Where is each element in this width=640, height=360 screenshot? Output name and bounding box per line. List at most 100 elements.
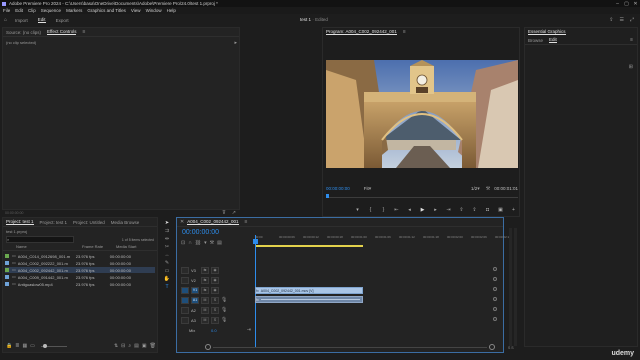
export-frame-icon[interactable]: ↗ xyxy=(232,210,236,216)
mic-a1-icon[interactable]: 🎙 xyxy=(221,297,227,303)
workspaces-icon[interactable]: ☰ xyxy=(620,17,624,23)
meter-solo-button[interactable]: S S xyxy=(508,346,514,350)
timeline-settings-icon[interactable]: ⚒ xyxy=(210,240,214,246)
video-clip-v1[interactable]: fx A004_C002_092442_001.mov [V] xyxy=(255,287,363,294)
mute-a3[interactable]: M xyxy=(201,316,209,324)
program-playhead[interactable] xyxy=(326,194,329,198)
track-select-tool-icon[interactable]: ⇉ xyxy=(165,228,169,234)
minimize-icon[interactable]: – xyxy=(613,1,622,7)
mix-goto-icon[interactable]: ⇥ xyxy=(247,327,251,333)
new-item-icon[interactable]: ▣ xyxy=(142,343,147,349)
target-v2[interactable] xyxy=(181,276,189,284)
button-editor-icon[interactable]: + xyxy=(509,207,518,213)
menu-sequence[interactable]: Sequence xyxy=(41,8,61,13)
freeform-view-icon[interactable]: ▭ xyxy=(30,343,35,349)
step-forward-icon[interactable]: ▸ xyxy=(431,207,440,213)
rectangle-tool-icon[interactable]: ▭ xyxy=(165,268,170,274)
label-color-swatch[interactable] xyxy=(5,261,9,265)
step-back-icon[interactable]: ◂ xyxy=(405,207,414,213)
tab-media-browser[interactable]: Media Browse xyxy=(111,220,140,225)
panel-menu-icon[interactable]: ≡ xyxy=(82,29,85,35)
solo-a2[interactable]: S xyxy=(211,306,219,314)
find-icon[interactable]: ⌕ xyxy=(128,343,131,349)
zoom-slider[interactable] xyxy=(40,343,67,348)
track-v1-label[interactable]: V1 xyxy=(191,286,199,294)
new-bin-icon[interactable]: ▤ xyxy=(134,343,139,349)
menu-window[interactable]: Window xyxy=(146,8,162,13)
fit-chevron-icon[interactable]: ▾ xyxy=(369,186,372,192)
target-a1[interactable] xyxy=(181,296,189,304)
label-color-swatch[interactable] xyxy=(5,254,9,258)
menu-view[interactable]: View xyxy=(131,8,141,13)
sequence-tab[interactable]: A004_C002_092442_001 xyxy=(187,219,239,225)
workspace-tab-import[interactable]: Import xyxy=(15,18,28,23)
sync-lock-v3-icon[interactable]: ⇆ xyxy=(201,266,209,274)
filter-icon[interactable]: ⊽ xyxy=(222,210,226,216)
captions-icon[interactable]: ▤ xyxy=(217,240,222,246)
menu-help[interactable]: Help xyxy=(167,8,176,13)
sync-lock-v2-icon[interactable]: ⇆ xyxy=(201,276,209,284)
eg-new-layer-icon[interactable]: ⊞ xyxy=(629,64,633,70)
program-title[interactable]: Program: A004_C002_092442_001 xyxy=(326,29,397,35)
ripple-edit-tool-icon[interactable]: ⇹ xyxy=(165,236,169,242)
fullscreen-icon[interactable]: ⤢ xyxy=(630,17,634,23)
project-search-input[interactable]: ⌕ xyxy=(6,236,74,243)
type-tool-icon[interactable]: T xyxy=(165,284,168,290)
work-area-bar[interactable] xyxy=(255,245,363,247)
mic-a2-icon[interactable]: 🎙 xyxy=(221,307,227,313)
project-item[interactable]: ▭ A004_C009_091442_001.m 23.976 fps 00:00:0… xyxy=(5,274,155,280)
project-item[interactable]: ▭ A004_C014_0912698_001.m 23.976 fps 00:00:… xyxy=(5,253,155,259)
column-name[interactable]: Name xyxy=(16,244,82,249)
mark-in-icon[interactable]: { xyxy=(366,207,375,213)
nest-icon[interactable]: ⊡ xyxy=(181,240,185,246)
target-a3[interactable] xyxy=(181,316,189,324)
essential-graphics-title[interactable]: Essential Graphics xyxy=(528,29,566,35)
go-to-out-icon[interactable]: ⇥ xyxy=(444,207,453,213)
play-icon[interactable]: ▶ xyxy=(418,207,427,213)
razor-tool-icon[interactable]: ✂ xyxy=(165,244,169,250)
quality-chevron-icon[interactable]: ▾ xyxy=(477,186,480,192)
project-item[interactable]: ▭ Antiguaslow05.mp4 23.976 fps 00:00:00:00 xyxy=(5,281,155,287)
quick-export-icon[interactable]: ⇪ xyxy=(609,17,613,23)
tab-project-1[interactable]: Project: test 1 xyxy=(6,219,34,225)
mute-a2[interactable]: M xyxy=(201,306,209,314)
toggle-output-v1-icon[interactable]: ◉ xyxy=(211,286,219,294)
menu-file[interactable]: File xyxy=(3,8,10,13)
column-media-start[interactable]: Media Start xyxy=(116,244,136,249)
sort-icon[interactable]: ⇅ xyxy=(114,343,118,349)
automate-icon[interactable]: ⊟ xyxy=(121,343,125,349)
sequence-menu-icon[interactable]: ≡ xyxy=(245,219,248,225)
target-v1[interactable] xyxy=(181,286,189,294)
mute-a1[interactable]: M xyxy=(201,296,209,304)
icon-view-icon[interactable]: ▦ xyxy=(22,343,27,349)
menu-clip[interactable]: Clip xyxy=(28,8,36,13)
solo-a1[interactable]: S xyxy=(211,296,219,304)
menu-graphics-and-titles[interactable]: Graphics and Titles xyxy=(87,8,126,13)
program-scrub-bar[interactable] xyxy=(326,194,518,198)
label-color-swatch[interactable] xyxy=(5,282,9,286)
program-video-frame[interactable] xyxy=(326,60,518,168)
linked-selection-icon[interactable]: ⛓ xyxy=(195,240,201,246)
mark-out-icon[interactable]: } xyxy=(379,207,388,213)
eg-tab-edit[interactable]: Edit xyxy=(549,37,557,43)
selection-tool-icon[interactable]: ➤ xyxy=(165,220,169,226)
mic-a3-icon[interactable]: 🎙 xyxy=(221,317,227,323)
program-menu-icon[interactable]: ≡ xyxy=(403,29,406,35)
playhead-handle[interactable] xyxy=(253,239,258,244)
settings-wrench-icon[interactable]: ⚒ xyxy=(486,186,490,192)
tab-effect-controls[interactable]: Effect Controls xyxy=(47,29,77,35)
camera-icon[interactable]: ◘ xyxy=(483,207,492,213)
audio-clip-a1[interactable]: fx xyxy=(255,296,363,303)
menu-markers[interactable]: Markers xyxy=(66,8,82,13)
program-timecode[interactable]: 00:00:00:00 xyxy=(326,186,350,191)
toggle-output-v2-icon[interactable]: ◉ xyxy=(211,276,219,284)
timeline-zoom-bar[interactable] xyxy=(205,344,495,350)
menu-edit[interactable]: Edit xyxy=(15,8,23,13)
comparison-icon[interactable]: ▣ xyxy=(496,207,505,213)
tab-project-2[interactable]: Project: test 1 xyxy=(40,220,68,225)
lock-icon[interactable]: 🔒 xyxy=(6,343,12,349)
close-sequence-icon[interactable]: ✕ xyxy=(180,219,184,225)
hand-tool-icon[interactable]: ✋ xyxy=(164,276,170,282)
eg-menu-icon[interactable]: ≡ xyxy=(630,37,633,43)
toggle-output-v3-icon[interactable]: ◉ xyxy=(211,266,219,274)
